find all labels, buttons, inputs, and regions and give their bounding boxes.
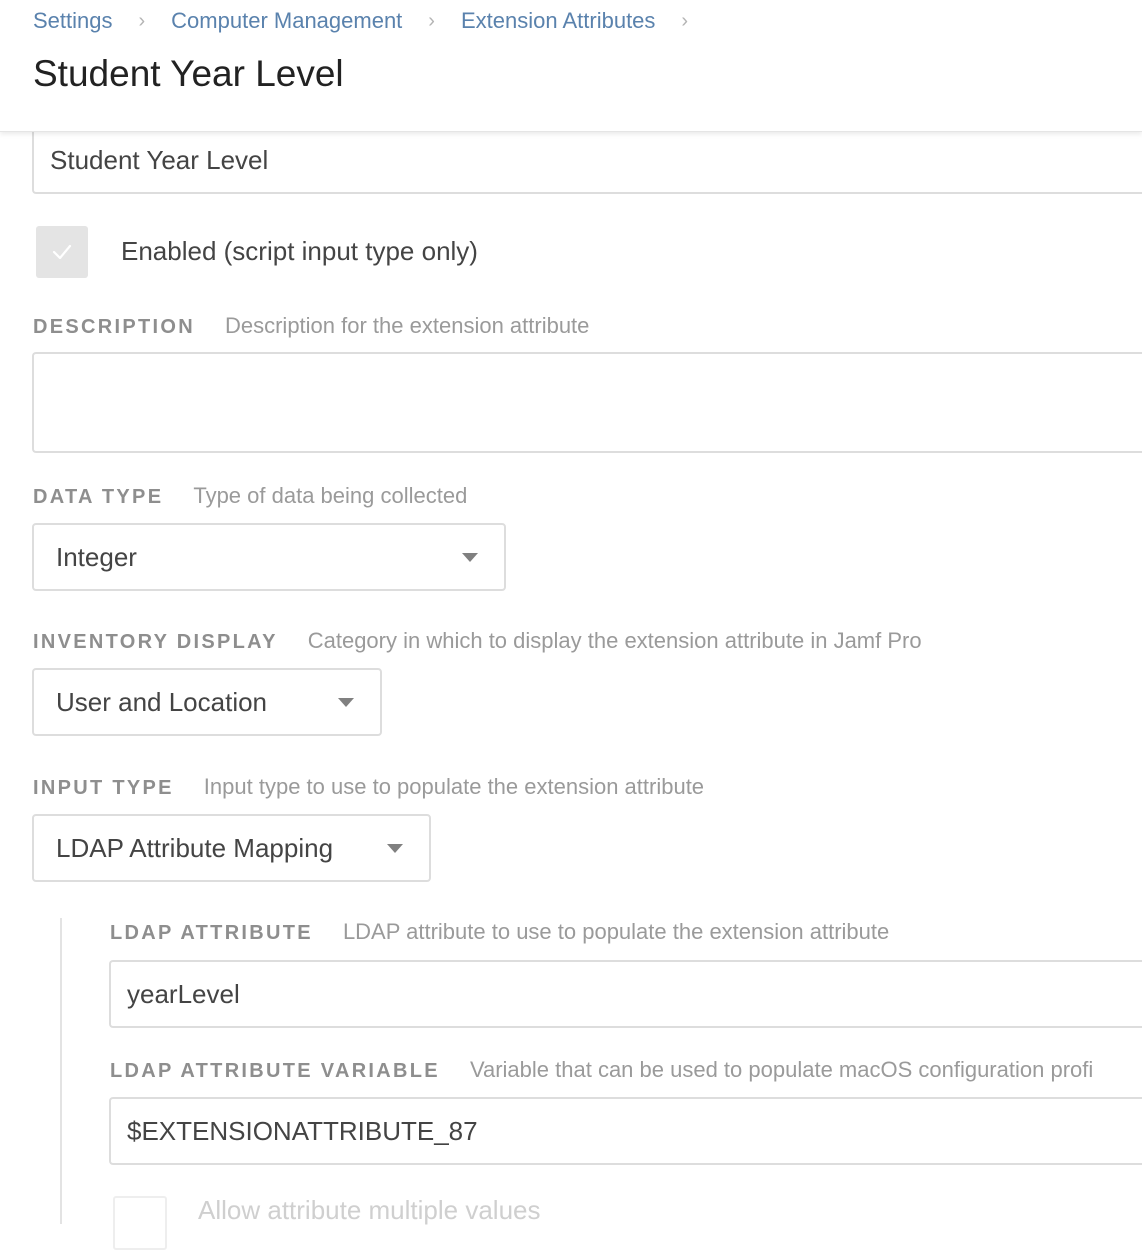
allow-multiple-values-checkbox[interactable] xyxy=(113,1196,167,1250)
allow-multiple-values-label: Allow attribute multiple values xyxy=(198,1195,541,1225)
ldap-attribute-input[interactable]: yearLevel xyxy=(109,960,1142,1028)
data-type-label: DATA TYPE xyxy=(33,486,164,508)
ldap-attribute-variable-help: Variable that can be used to populate ma… xyxy=(469,1057,1094,1082)
input-type-selected: LDAP Attribute Mapping xyxy=(56,832,334,863)
page-title: Student Year Level xyxy=(33,53,344,94)
input-type-section-header: INPUT TYPE Input type to use to populate… xyxy=(33,774,704,804)
ldap-attribute-label: LDAP ATTRIBUTE xyxy=(110,922,313,944)
chevron-down-icon xyxy=(387,844,403,853)
form-content: Student Year Level Enabled (script input… xyxy=(0,0,1142,1250)
breadcrumb-computer-management[interactable]: Computer Management xyxy=(171,8,402,34)
data-type-help: Type of data being collected xyxy=(193,483,468,508)
breadcrumb-settings[interactable]: Settings xyxy=(33,8,113,34)
breadcrumb-separator: › xyxy=(428,9,435,32)
enabled-checkbox[interactable] xyxy=(36,226,88,278)
data-type-section-header: DATA TYPE Type of data being collected xyxy=(33,483,467,513)
enabled-checkbox-label: Enabled (script input type only) xyxy=(121,236,478,266)
breadcrumb: Settings › Computer Management › Extensi… xyxy=(33,7,714,35)
ldap-attribute-value: yearLevel xyxy=(127,978,240,1009)
ldap-attribute-help: LDAP attribute to use to populate the ex… xyxy=(342,919,890,944)
breadcrumb-separator: › xyxy=(138,9,146,32)
description-section-header: DESCRIPTION Description for the extensio… xyxy=(33,313,589,343)
ldap-attribute-section-header: LDAP ATTRIBUTE LDAP attribute to use to … xyxy=(110,919,889,949)
chevron-down-icon xyxy=(338,698,354,707)
page-header: Settings › Computer Management › Extensi… xyxy=(0,0,1142,132)
input-type-label: INPUT TYPE xyxy=(33,777,174,799)
data-type-selected: Integer xyxy=(56,541,137,572)
check-icon xyxy=(52,244,72,260)
inventory-display-label: INVENTORY DISPLAY xyxy=(33,631,278,653)
breadcrumb-extension-attributes[interactable]: Extension Attributes xyxy=(461,8,655,34)
nested-section-divider xyxy=(60,918,62,1224)
chevron-down-icon xyxy=(462,553,478,562)
name-input-value: Student Year Level xyxy=(50,144,269,175)
description-textarea[interactable] xyxy=(32,352,1142,453)
ldap-attribute-variable-input[interactable]: $EXTENSIONATTRIBUTE_87 xyxy=(109,1097,1142,1165)
input-type-select[interactable]: LDAP Attribute Mapping xyxy=(32,814,431,882)
description-help: Description for the extension attribute xyxy=(224,313,590,338)
name-input[interactable]: Student Year Level xyxy=(32,126,1142,194)
inventory-display-selected: User and Location xyxy=(56,686,268,717)
description-label: DESCRIPTION xyxy=(33,316,195,338)
ldap-attribute-variable-value: $EXTENSIONATTRIBUTE_87 xyxy=(127,1115,478,1146)
inventory-display-help: Category in which to display the extensi… xyxy=(307,628,922,653)
inventory-display-select[interactable]: User and Location xyxy=(32,668,382,736)
breadcrumb-separator: › xyxy=(681,9,689,32)
data-type-select[interactable]: Integer xyxy=(32,523,506,591)
ldap-attribute-variable-section-header: LDAP ATTRIBUTE VARIABLE Variable that ca… xyxy=(110,1057,1093,1087)
ldap-attribute-variable-label: LDAP ATTRIBUTE VARIABLE xyxy=(110,1060,440,1082)
input-type-help: Input type to use to populate the extens… xyxy=(203,774,705,799)
inventory-display-section-header: INVENTORY DISPLAY Category in which to d… xyxy=(33,628,922,658)
